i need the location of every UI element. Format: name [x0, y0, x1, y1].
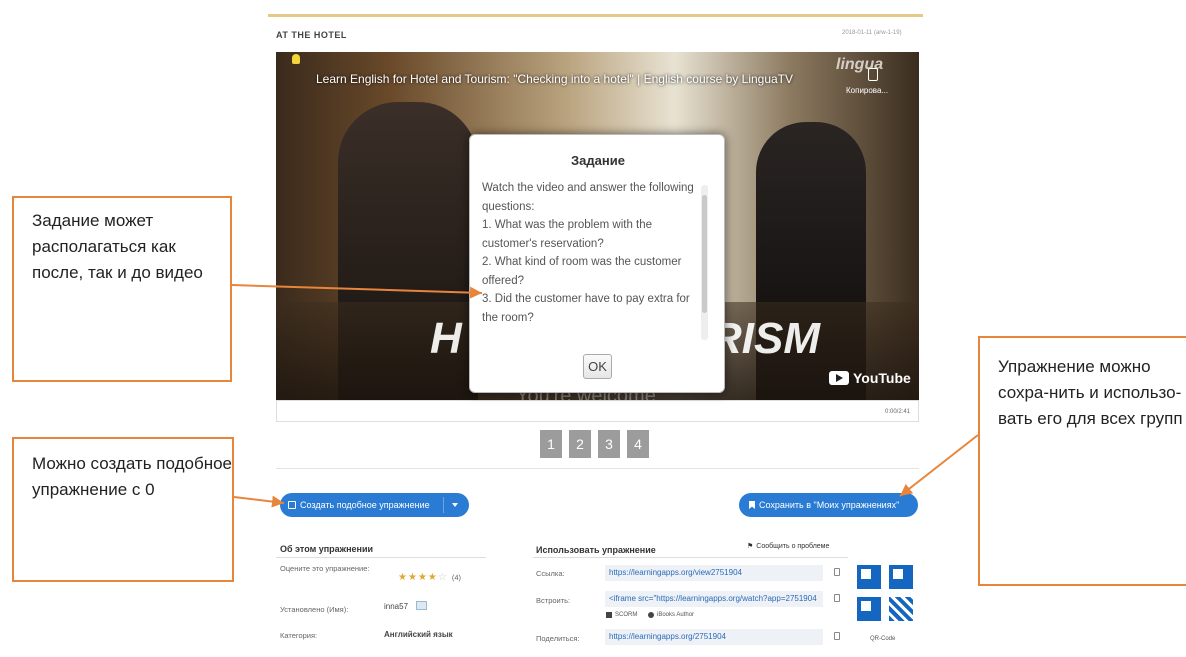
arrow-to-save-button [899, 434, 979, 497]
arrow-to-task-dialog [231, 284, 483, 299]
arrow-to-create-button [233, 495, 285, 508]
annotation-arrows [231, 284, 979, 508]
